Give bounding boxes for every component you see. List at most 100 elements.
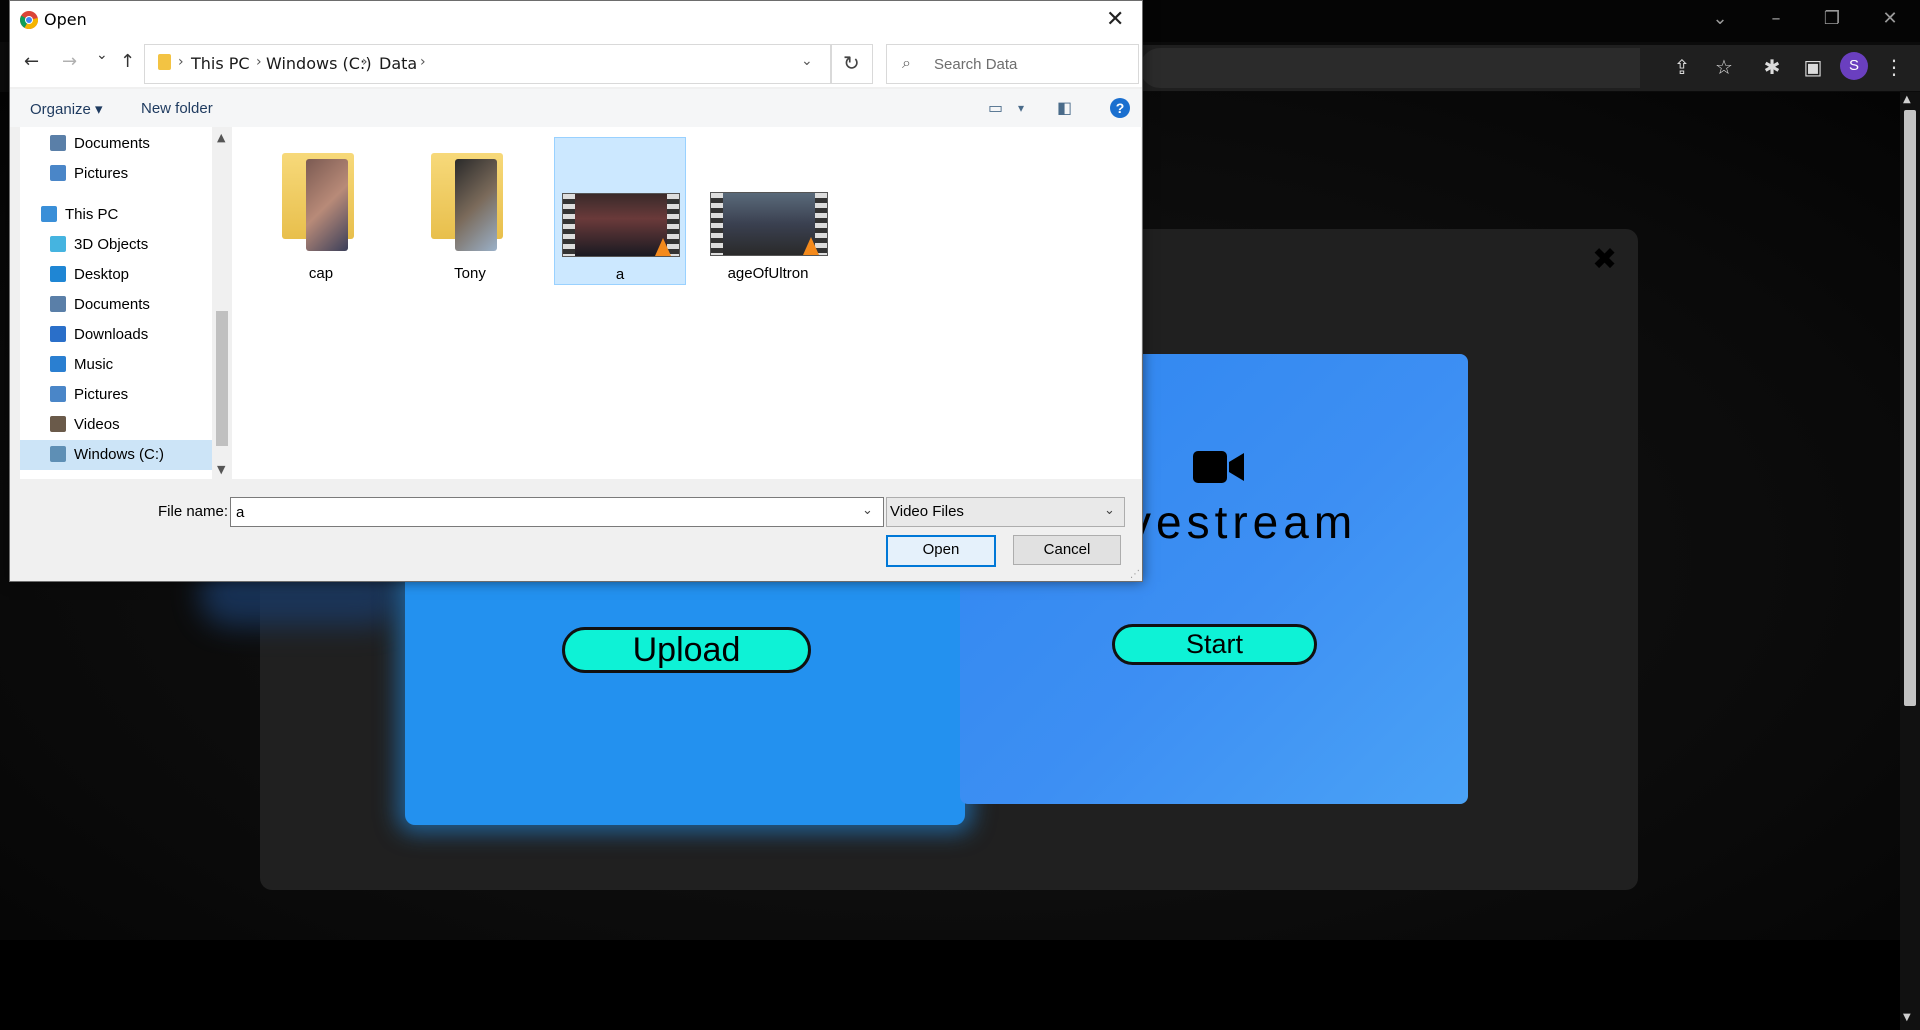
dialog-titlebar [10,1,1142,39]
sidebar-item[interactable]: Pictures [50,160,128,188]
folder-preview-image [455,159,497,251]
change-view-icon[interactable]: ▭ [988,98,1003,117]
sidebar-item[interactable]: Windows (C:) [50,441,164,469]
sidebar-item[interactable]: This PC [41,201,118,229]
organize-menu[interactable]: Organize ▾ [30,100,103,118]
cube-icon [50,236,66,252]
preview-pane-icon[interactable]: ◧ [1057,98,1072,117]
new-folder-button[interactable]: New folder [141,100,213,117]
documents-icon [50,135,66,151]
resize-grip-icon[interactable]: ⋰ [1130,569,1140,580]
address-history-dropdown-icon[interactable]: ⌄ [801,53,813,69]
minimize-icon[interactable]: – [1756,8,1796,29]
view-options-dropdown-icon[interactable]: ▾ [1018,101,1024,115]
film-strip-icon [563,194,575,256]
sidebar-item[interactable]: Videos [50,411,120,439]
help-icon[interactable]: ? [1110,98,1130,118]
drive-icon [50,446,66,462]
vlc-cone-icon [655,238,671,256]
sidebar-item-label: Documents [74,135,150,152]
file-name-dropdown-icon[interactable]: ⌄ [862,503,873,518]
sidebar-item-label: Videos [74,416,120,433]
pictures-icon [50,386,66,402]
browser-menu-icon[interactable]: ⋮ [1880,55,1908,79]
sidebar-item-label: Pictures [74,386,129,403]
cancel-button[interactable]: Cancel [1013,535,1121,565]
folder-item[interactable]: Tony [405,137,535,283]
sidebar-item[interactable]: Documents [50,291,150,319]
extensions-icon[interactable]: ✱ [1758,55,1786,79]
scroll-up-icon[interactable]: ▲ [1903,94,1911,105]
search-icon: ⌕ [902,53,911,72]
start-button[interactable]: Start [1112,624,1317,665]
sidebar-item-label: Music [74,356,114,373]
sidebar-item[interactable]: Pictures [50,381,128,409]
video-camera-icon [1193,451,1244,483]
refresh-icon[interactable]: ↻ [843,51,860,75]
file-name: a [615,266,625,283]
sidebar-item-label: Documents [74,296,150,313]
page-scrollbar-thumb[interactable] [1904,110,1916,706]
back-icon[interactable]: ← [24,51,39,72]
open-button[interactable]: Open [886,535,996,567]
sidebar-item-label: This PC [65,206,119,223]
file-name: Tony [454,265,486,282]
upload-button[interactable]: Upload [562,627,811,673]
sidebar-item[interactable]: Downloads [50,321,148,349]
scroll-down-icon[interactable]: ▼ [1903,1012,1911,1023]
profile-avatar[interactable]: S [1840,52,1868,80]
file-name-label: File name: [158,503,229,520]
up-folder-icon[interactable]: ↑ [120,51,135,72]
sidebar-item[interactable]: Documents [50,130,150,158]
file-name-input[interactable] [234,500,858,524]
breadcrumb-separator: › [178,54,184,70]
vlc-cone-icon [803,237,819,255]
sidebar-item[interactable]: Music [50,351,113,379]
folder-icon [158,54,171,70]
forward-icon[interactable]: → [62,51,77,72]
dialog-close-icon[interactable]: ✕ [1106,7,1124,32]
file-name: cap [308,265,334,282]
sidebar-item[interactable]: Desktop [50,261,129,289]
video-file-item[interactable]: ageOfUltron [703,137,833,283]
file-name: ageOfUltron [727,265,809,282]
download-icon [50,326,66,342]
sidebar-item-label: Desktop [74,266,130,283]
browser-address-bar[interactable] [1140,48,1640,88]
breadcrumb-windows-c[interactable]: Windows (C:) [266,54,372,73]
breadcrumb-separator[interactable]: › [256,54,262,70]
sidebar-item-label: Pictures [74,165,129,182]
page-bottom [0,940,1900,1030]
file-type-dropdown-icon[interactable]: ⌄ [1104,503,1115,518]
file-type-value: Video Files [890,503,964,520]
sidebar-item[interactable]: 3D Objects [50,231,148,259]
desktop-icon [50,266,66,282]
this-pc-icon [41,206,57,222]
film-strip-icon [711,193,723,255]
share-icon[interactable]: ⇪ [1668,55,1696,79]
search-input[interactable] [932,51,1131,77]
dialog-title: Open [44,10,87,29]
folder-item[interactable]: cap [256,137,386,283]
documents-icon [50,296,66,312]
recent-locations-icon[interactable]: ⌄ [96,47,108,63]
tab-search-icon[interactable]: ⌄ [1700,8,1740,29]
videos-icon [50,416,66,432]
video-file-item[interactable]: a [554,137,686,285]
breadcrumb-separator[interactable]: › [362,54,368,70]
modal-close-icon[interactable]: ✖ [1592,242,1617,277]
side-panel-icon[interactable]: ▣ [1799,55,1827,79]
breadcrumb-separator[interactable]: › [420,54,426,70]
breadcrumb-data[interactable]: Data [379,54,417,73]
folder-preview-image [306,159,348,251]
nav-scroll-down-icon[interactable]: ▼ [217,463,225,476]
sidebar-item-label: Windows (C:) [74,446,165,463]
nav-pane-scrollbar-thumb[interactable] [216,311,228,446]
window-close-icon[interactable]: ✕ [1870,8,1910,29]
restore-icon[interactable]: ❐ [1812,8,1852,29]
bookmark-star-icon[interactable]: ☆ [1710,55,1738,79]
breadcrumb-this-pc[interactable]: This PC [191,54,250,73]
open-file-dialog: Open ✕ ← → ⌄ ↑ › This PC › Windows (C:) … [9,0,1143,582]
livestream-title: vestream [1128,496,1358,548]
nav-scroll-up-icon[interactable]: ▲ [217,131,225,144]
